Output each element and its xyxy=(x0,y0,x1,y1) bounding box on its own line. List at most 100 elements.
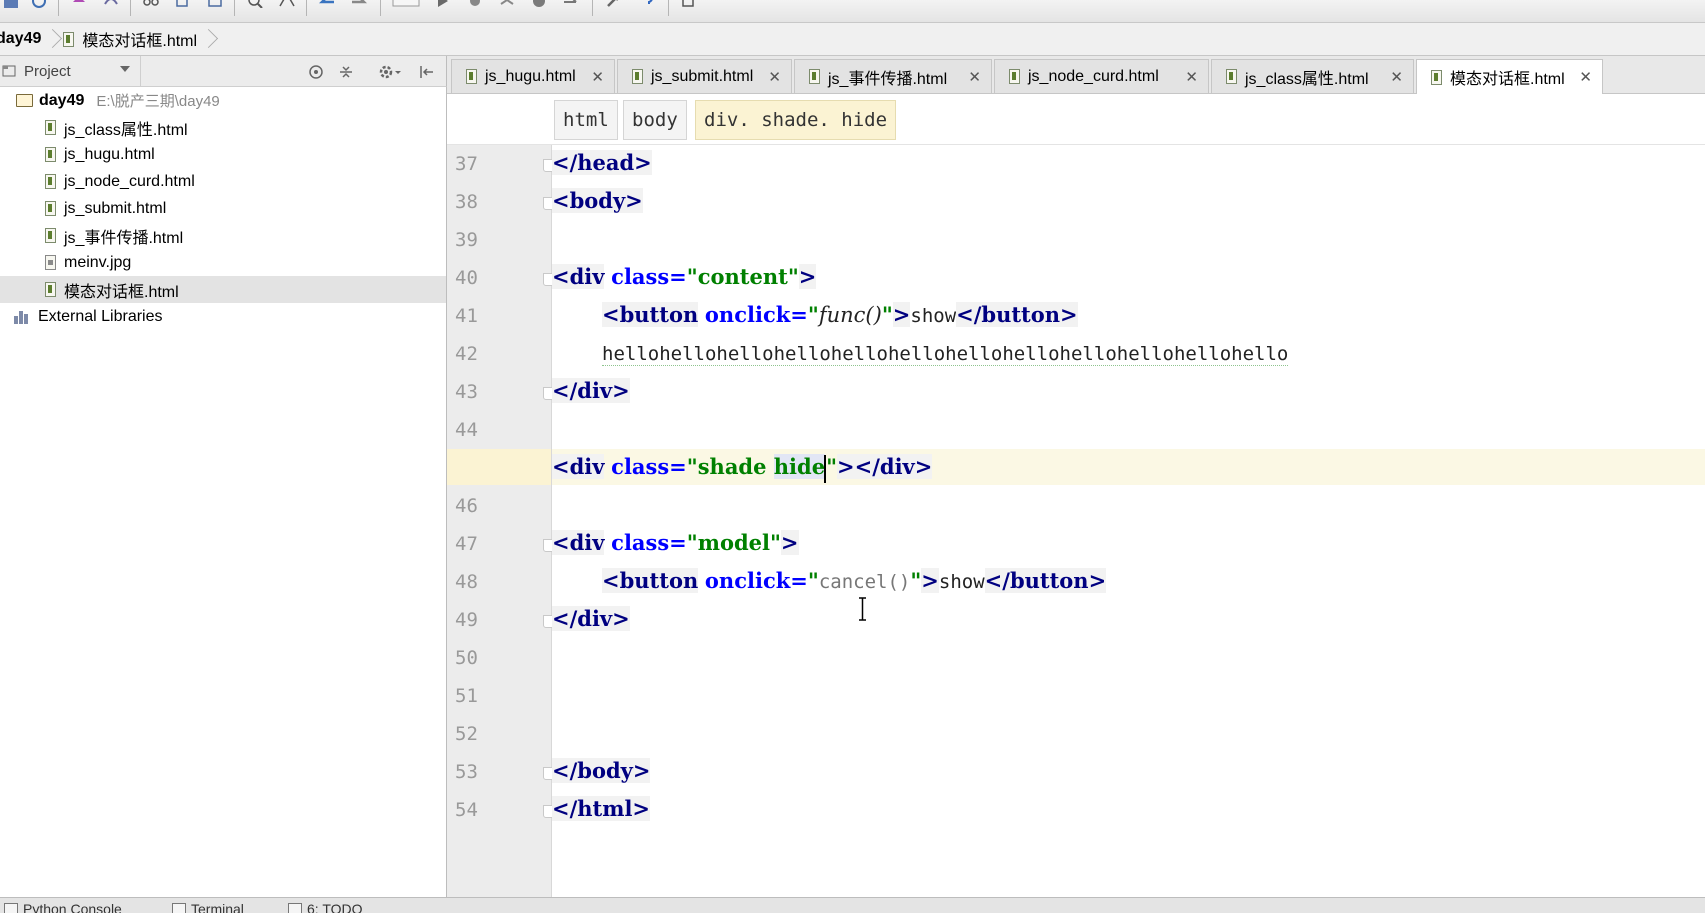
cut-icon[interactable] xyxy=(142,0,160,8)
back-icon[interactable] xyxy=(318,0,336,8)
replace-icon[interactable] xyxy=(278,0,296,8)
code-tag: </button> xyxy=(984,568,1107,593)
code-attr: onclick= xyxy=(704,568,808,593)
code-function: func() xyxy=(818,303,882,327)
navigation-bar: day49 模态对话框.html xyxy=(0,23,1705,56)
line-number: 39 xyxy=(455,229,478,251)
html-file-icon xyxy=(809,69,820,84)
profile-icon[interactable] xyxy=(530,0,548,8)
tab-modal-dialog[interactable]: 模态对话框.html ✕ xyxy=(1416,59,1603,94)
tab-label: js_事件传播.html xyxy=(828,70,948,88)
tree-file-label: meinv.jpg xyxy=(64,253,132,271)
code-tag: <body> xyxy=(552,188,643,213)
nav-crumb-file[interactable]: 模态对话框.html xyxy=(57,23,203,55)
line-number: 49 xyxy=(455,609,478,631)
tab-js-hugu[interactable]: js_hugu.html ✕ xyxy=(451,59,615,93)
code-line-40: <div class="content"> xyxy=(552,259,1705,295)
tag-crumb-body[interactable]: body xyxy=(623,100,687,140)
tree-file-item[interactable]: js_事件传播.html xyxy=(0,222,446,249)
tree-file-item[interactable]: js_hugu.html xyxy=(0,141,446,168)
settings-icon[interactable] xyxy=(604,0,622,8)
tag-crumb-current[interactable]: div. shade. hide xyxy=(695,100,897,140)
chevron-down-icon[interactable] xyxy=(120,66,130,72)
save-icon[interactable] xyxy=(2,0,20,8)
tree-root-folder[interactable]: day49 E:\脱产三期\day49 xyxy=(0,87,446,114)
gear-icon[interactable] xyxy=(378,63,402,81)
debug-icon[interactable] xyxy=(466,0,484,8)
project-view-selector[interactable]: Project xyxy=(0,56,141,86)
copy-icon[interactable] xyxy=(174,0,192,8)
paste-icon[interactable] xyxy=(206,0,224,8)
line-number: 40 xyxy=(455,267,478,289)
tab-js-class-attr[interactable]: js_class属性.html ✕ xyxy=(1211,59,1414,93)
close-icon[interactable]: ✕ xyxy=(968,68,981,86)
library-icon xyxy=(14,310,32,324)
tab-label: js_hugu.html xyxy=(485,67,576,85)
html-file-icon xyxy=(45,120,56,135)
run-icon[interactable] xyxy=(434,0,452,8)
coverage-icon[interactable] xyxy=(498,0,516,8)
build-icon[interactable] xyxy=(392,0,420,8)
html-file-icon xyxy=(45,174,56,189)
tree-file-item[interactable]: js_class属性.html xyxy=(0,114,446,141)
tree-file-label: js_hugu.html xyxy=(64,145,155,163)
tab-js-submit[interactable]: js_submit.html ✕ xyxy=(617,59,792,93)
help-icon[interactable] xyxy=(640,0,658,8)
code-attr: onclick= xyxy=(704,302,808,327)
tab-js-event-propagation[interactable]: js_事件传播.html ✕ xyxy=(794,59,992,93)
code-line-47: <div class="model"> xyxy=(552,525,1705,561)
code-string: "content" xyxy=(686,264,799,289)
tree-file-item[interactable]: js_submit.html xyxy=(0,195,446,222)
code-text: show xyxy=(938,571,985,593)
tree-external-libraries[interactable]: External Libraries xyxy=(0,303,446,330)
line-number: 38 xyxy=(455,191,478,213)
export-icon[interactable] xyxy=(680,0,698,8)
tag-breadcrumb-bar: html body div. shade. hide xyxy=(447,94,1705,145)
code-tag: </head> xyxy=(552,150,652,175)
code-tag: <button xyxy=(602,568,699,593)
tree-file-item[interactable]: meinv.jpg xyxy=(0,249,446,276)
undo-icon[interactable] xyxy=(70,0,88,8)
sync-icon[interactable] xyxy=(30,0,48,8)
code-string: " xyxy=(807,568,819,593)
tree-file-item-selected[interactable]: 模态对话框.html xyxy=(0,276,446,303)
close-icon[interactable]: ✕ xyxy=(591,68,604,86)
tree-file-label: js_class属性.html xyxy=(64,121,188,139)
forward-icon[interactable] xyxy=(350,0,368,8)
code-tag: > xyxy=(798,264,817,289)
code-tag: > xyxy=(780,530,799,555)
code-string: "model" xyxy=(686,530,781,555)
tab-label: js_node_curd.html xyxy=(1028,67,1159,85)
hide-icon[interactable] xyxy=(418,63,436,81)
line-number: 44 xyxy=(455,419,478,441)
python-console-tab[interactable]: Python Console xyxy=(4,901,122,913)
tag-crumb-html[interactable]: html xyxy=(554,100,618,140)
code-line-41: <button onclick="func()">show</button> xyxy=(602,297,1705,333)
terminal-tab[interactable]: Terminal xyxy=(172,901,244,913)
nav-crumb-project[interactable]: day49 xyxy=(0,23,47,55)
close-icon[interactable]: ✕ xyxy=(1579,68,1592,86)
line-number: 41 xyxy=(455,305,478,327)
redo-icon[interactable] xyxy=(102,0,120,8)
html-file-icon xyxy=(63,31,75,47)
tab-js-node-curd[interactable]: js_node_curd.html ✕ xyxy=(994,59,1209,93)
close-icon[interactable]: ✕ xyxy=(1185,68,1198,86)
code-editor[interactable]: </head> <body> <div class="content"> <bu… xyxy=(552,145,1705,897)
step-icon[interactable] xyxy=(562,0,580,8)
folder-icon xyxy=(16,94,33,107)
code-line-45-current: <div class="shade hide"></div> xyxy=(552,449,1705,485)
project-tree: day49 E:\脱产三期\day49 js_class属性.html js_h… xyxy=(0,87,447,897)
tree-file-label: 模态对话框.html xyxy=(64,283,179,301)
project-panel-header: Project xyxy=(0,56,447,87)
locate-icon[interactable] xyxy=(307,63,325,81)
close-icon[interactable]: ✕ xyxy=(1390,68,1403,86)
code-line-43: </div> xyxy=(552,373,1705,409)
close-icon[interactable]: ✕ xyxy=(768,68,781,86)
tool-tab-label: Terminal xyxy=(191,901,244,913)
collapse-icon[interactable] xyxy=(337,63,355,81)
tree-file-item[interactable]: js_node_curd.html xyxy=(0,168,446,195)
line-number-gutter: 37 38 39 40 41 42 43 44 45 46 47 48 49 5… xyxy=(447,145,557,897)
find-icon[interactable] xyxy=(246,0,264,8)
tab-label: js_submit.html xyxy=(651,67,754,85)
todo-tab[interactable]: 6: TODO xyxy=(288,901,363,913)
